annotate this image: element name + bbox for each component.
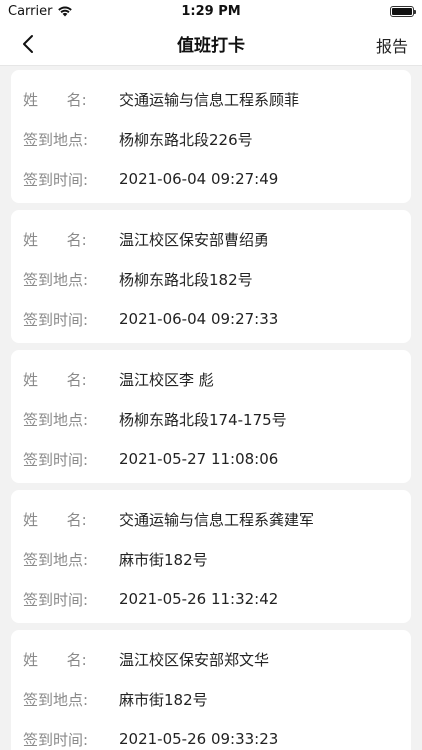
time-label: 签到时间: bbox=[23, 730, 89, 749]
location-label: 签到地点: bbox=[23, 270, 89, 289]
name-value: 交通运输与信息工程系龚建军 bbox=[119, 510, 315, 529]
location-value: 杨柳东路北段226号 bbox=[119, 130, 253, 149]
name-value: 温江校区保安部郑文华 bbox=[119, 650, 270, 669]
location-value: 麻市街182号 bbox=[119, 690, 208, 709]
time-value: 2021-06-04 09:27:33 bbox=[119, 310, 279, 328]
time-row: 签到时间: 2021-05-26 11:32:42 bbox=[23, 579, 399, 619]
location-row: 签到地点: 杨柳东路北段174-175号 bbox=[23, 399, 399, 439]
location-label: 签到地点: bbox=[23, 410, 89, 429]
name-label: 姓 名: bbox=[23, 510, 87, 529]
record-card[interactable]: 姓 名: 温江校区保安部曹绍勇 签到地点: 杨柳东路北段182号 签到时间: 2… bbox=[11, 210, 411, 343]
back-button[interactable] bbox=[14, 30, 42, 58]
location-row: 签到地点: 麻市街182号 bbox=[23, 679, 399, 719]
time-value: 2021-05-26 11:32:42 bbox=[119, 590, 279, 608]
name-row: 姓 名: 温江校区李 彪 bbox=[23, 359, 399, 399]
status-left: Carrier bbox=[8, 4, 73, 19]
record-card[interactable]: 姓 名: 温江校区保安部郑文华 签到地点: 麻市街182号 签到时间: 2021… bbox=[11, 630, 411, 750]
wifi-icon bbox=[58, 6, 73, 17]
time-row: 签到时间: 2021-06-04 09:27:33 bbox=[23, 299, 399, 339]
time-label: 签到时间: bbox=[23, 450, 89, 469]
location-label: 签到地点: bbox=[23, 130, 89, 149]
time-row: 签到时间: 2021-06-04 09:27:49 bbox=[23, 159, 399, 199]
location-label: 签到地点: bbox=[23, 550, 89, 569]
name-row: 姓 名: 温江校区保安部郑文华 bbox=[23, 639, 399, 679]
record-card[interactable]: 姓 名: 温江校区李 彪 签到地点: 杨柳东路北段174-175号 签到时间: … bbox=[11, 350, 411, 483]
navigation-bar: 值班打卡 报告 bbox=[0, 22, 422, 66]
time-row: 签到时间: 2021-05-27 11:08:06 bbox=[23, 439, 399, 479]
name-value: 温江校区李 彪 bbox=[119, 370, 214, 389]
record-list[interactable]: 姓 名: 交通运输与信息工程系顾菲 签到地点: 杨柳东路北段226号 签到时间:… bbox=[0, 70, 422, 750]
record-card[interactable]: 姓 名: 交通运输与信息工程系顾菲 签到地点: 杨柳东路北段226号 签到时间:… bbox=[11, 70, 411, 203]
location-row: 签到地点: 杨柳东路北段226号 bbox=[23, 119, 399, 159]
name-row: 姓 名: 温江校区保安部曹绍勇 bbox=[23, 219, 399, 259]
name-label: 姓 名: bbox=[23, 650, 87, 669]
name-value: 温江校区保安部曹绍勇 bbox=[119, 230, 270, 249]
time-value: 2021-06-04 09:27:49 bbox=[119, 170, 279, 188]
location-value: 麻市街182号 bbox=[119, 550, 208, 569]
location-row: 签到地点: 杨柳东路北段182号 bbox=[23, 259, 399, 299]
name-label: 姓 名: bbox=[23, 90, 87, 109]
location-label: 签到地点: bbox=[23, 690, 89, 709]
name-label: 姓 名: bbox=[23, 370, 87, 389]
time-value: 2021-05-27 11:08:06 bbox=[119, 450, 279, 468]
page-title: 值班打卡 bbox=[177, 36, 245, 56]
status-bar: Carrier 1:29 PM bbox=[0, 0, 422, 22]
name-row: 姓 名: 交通运输与信息工程系龚建军 bbox=[23, 499, 399, 539]
record-card[interactable]: 姓 名: 交通运输与信息工程系龚建军 签到地点: 麻市街182号 签到时间: 2… bbox=[11, 490, 411, 623]
time-value: 2021-05-26 09:33:23 bbox=[119, 730, 279, 748]
time-label: 签到时间: bbox=[23, 310, 89, 329]
name-value: 交通运输与信息工程系顾菲 bbox=[119, 90, 300, 109]
report-button[interactable]: 报告 bbox=[376, 33, 408, 57]
time-label: 签到时间: bbox=[23, 170, 89, 189]
carrier-label: Carrier bbox=[8, 3, 53, 19]
location-value: 杨柳东路北段174-175号 bbox=[119, 410, 287, 429]
name-row: 姓 名: 交通运输与信息工程系顾菲 bbox=[23, 79, 399, 119]
location-row: 签到地点: 麻市街182号 bbox=[23, 539, 399, 579]
time-row: 签到时间: 2021-05-26 09:33:23 bbox=[23, 719, 399, 750]
location-value: 杨柳东路北段182号 bbox=[119, 270, 253, 289]
chevron-left-icon bbox=[23, 35, 33, 53]
time-label: 签到时间: bbox=[23, 590, 89, 609]
name-label: 姓 名: bbox=[23, 230, 87, 249]
battery-icon bbox=[390, 5, 416, 17]
